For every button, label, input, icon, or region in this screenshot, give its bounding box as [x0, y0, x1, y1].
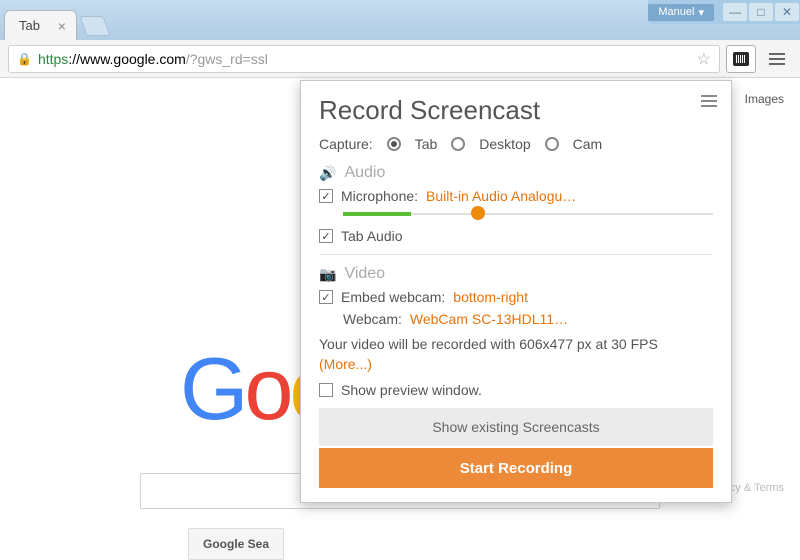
window-titlebar: Manuel ▾ — □ ✕ — [648, 0, 800, 24]
radio-cam[interactable] — [545, 137, 559, 151]
video-section-label: Video — [344, 265, 385, 283]
radio-desktop[interactable] — [451, 137, 465, 151]
mic-value[interactable]: Built-in Audio Analogu… — [426, 188, 576, 204]
browser-tab[interactable]: Tab × — [4, 10, 77, 40]
url-path: /?gws_rd=ssl — [186, 51, 268, 67]
capture-opt-tab: Tab — [415, 136, 438, 152]
preview-row: Show preview window. — [319, 382, 713, 398]
webcam-label: Webcam: — [343, 311, 402, 327]
capture-opt-cam: Cam — [573, 136, 603, 152]
video-section-header: 📷 Video — [319, 265, 713, 283]
radio-tab[interactable] — [387, 137, 401, 151]
popup-menu-button[interactable] — [701, 95, 717, 107]
screencast-extension-button[interactable] — [726, 45, 756, 73]
embed-webcam-row: ✓ Embed webcam: bottom-right — [319, 289, 713, 305]
mic-checkbox[interactable]: ✓ — [319, 189, 333, 203]
google-search-button[interactable]: Google Sea — [188, 528, 284, 560]
tab-title: Tab — [19, 18, 40, 33]
bookmark-icon[interactable]: ☆ — [697, 49, 711, 69]
tab-audio-checkbox[interactable]: ✓ — [319, 229, 333, 243]
preview-checkbox[interactable] — [319, 383, 333, 397]
minimize-button[interactable]: — — [723, 3, 747, 21]
new-tab-button[interactable] — [79, 16, 110, 36]
camera-icon: 📷 — [319, 266, 336, 283]
url-protocol: https — [38, 51, 68, 67]
info-text: Your video will be recorded with 606x477… — [319, 336, 658, 352]
dropdown-icon: ▾ — [698, 6, 704, 19]
close-tab-icon[interactable]: × — [58, 18, 66, 34]
slider-thumb[interactable] — [471, 206, 485, 220]
images-link[interactable]: Images — [745, 92, 784, 106]
divider — [319, 254, 713, 255]
slider-level — [343, 212, 411, 216]
preview-label: Show preview window. — [341, 382, 482, 398]
close-window-button[interactable]: ✕ — [775, 3, 799, 21]
user-name: Manuel — [658, 6, 694, 18]
popup-title: Record Screencast — [319, 95, 713, 126]
info-more-link[interactable]: (More...) — [319, 356, 372, 372]
audio-section-header: 🔊 Audio — [319, 164, 713, 182]
url-domain: ://www.google.com — [68, 51, 186, 67]
start-recording-button[interactable]: Start Recording — [319, 448, 713, 488]
browser-menu-button[interactable] — [762, 45, 792, 73]
record-screencast-popup: Record Screencast Capture: Tab Desktop C… — [300, 80, 732, 503]
speaker-icon: 🔊 — [319, 165, 336, 182]
mic-level-slider[interactable] — [343, 210, 713, 218]
maximize-button[interactable]: □ — [749, 3, 773, 21]
capture-opt-desktop: Desktop — [479, 136, 530, 152]
embed-label: Embed webcam: — [341, 289, 445, 305]
film-icon — [733, 52, 749, 66]
user-chip[interactable]: Manuel ▾ — [648, 4, 714, 21]
embed-value[interactable]: bottom-right — [453, 289, 528, 305]
toolbar: 🔒 https://www.google.com/?gws_rd=ssl ☆ — [0, 40, 800, 78]
audio-section-label: Audio — [344, 164, 385, 182]
mic-label: Microphone: — [341, 188, 418, 204]
webcam-row: Webcam: WebCam SC-13HDL11… — [343, 311, 713, 327]
lock-icon: 🔒 — [17, 52, 32, 66]
embed-checkbox[interactable]: ✓ — [319, 290, 333, 304]
tab-audio-row: ✓ Tab Audio — [319, 228, 713, 244]
show-existing-button[interactable]: Show existing Screencasts — [319, 408, 713, 446]
microphone-row: ✓ Microphone: Built-in Audio Analogu… — [319, 188, 713, 204]
capture-row: Capture: Tab Desktop Cam — [319, 136, 713, 152]
recording-info: Your video will be recorded with 606x477… — [319, 335, 713, 374]
webcam-value[interactable]: WebCam SC-13HDL11… — [410, 311, 568, 327]
capture-label: Capture: — [319, 136, 373, 152]
url-bar[interactable]: 🔒 https://www.google.com/?gws_rd=ssl ☆ — [8, 45, 720, 73]
tab-audio-label: Tab Audio — [341, 228, 403, 244]
